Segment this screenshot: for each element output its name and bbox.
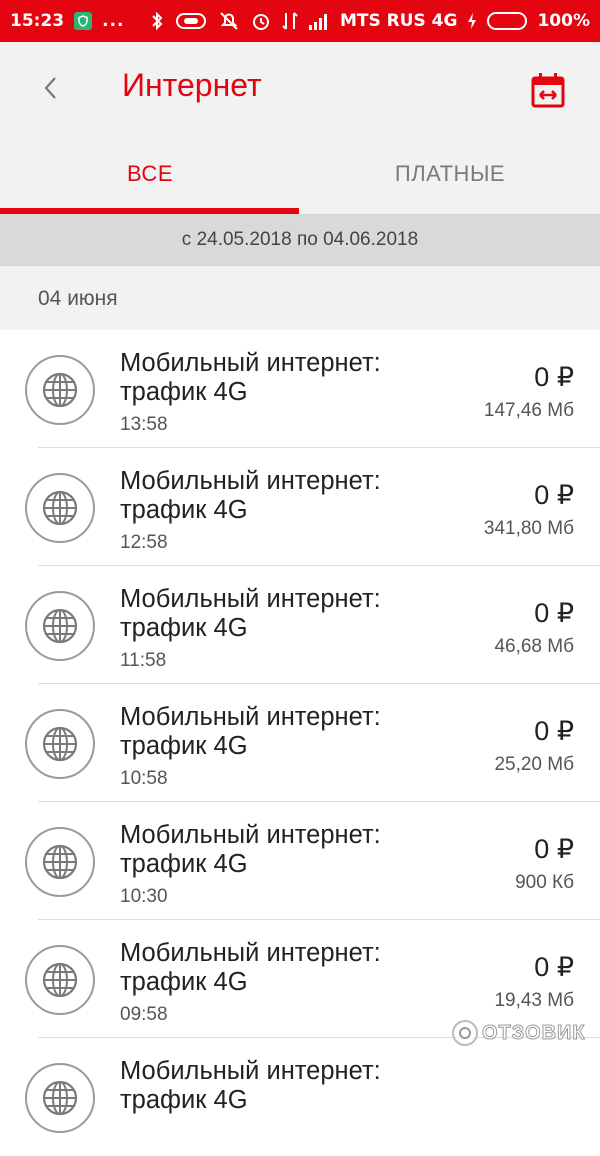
- chevron-left-icon: [44, 77, 56, 99]
- list-item[interactable]: Мобильный интернет: трафик 4G 12:58 0 ₽ …: [0, 448, 600, 566]
- status-bar-left: 15:23 ...: [10, 0, 125, 42]
- item-title: Мобильный интернет: трафик 4G: [120, 703, 381, 760]
- watermark-text: ОТЗОВИК: [482, 1021, 586, 1044]
- date-group-header: 04 июня: [0, 266, 600, 330]
- item-volume: 25,20 Мб: [494, 754, 574, 775]
- notifications-off-icon: [218, 10, 240, 32]
- globe-icon: [25, 1063, 95, 1133]
- list-item[interactable]: Мобильный интернет: трафик 4G 10:58 0 ₽ …: [0, 684, 600, 802]
- item-time: 13:58: [120, 414, 168, 435]
- item-title: Мобильный интернет: трафик 4G: [120, 467, 381, 524]
- calendar-icon: [531, 73, 565, 108]
- tab-all[interactable]: ВСЕ: [0, 134, 300, 214]
- signal-icon: [308, 11, 330, 31]
- item-amount: 0 ₽: [534, 952, 574, 982]
- charging-icon: [467, 12, 477, 30]
- data-transfer-icon: [282, 10, 298, 32]
- app-bar: Интернет: [0, 42, 600, 134]
- item-title: Мобильный интернет: трафик 4G: [120, 939, 381, 996]
- list-item[interactable]: Мобильный интернет: трафик 4G 11:58 0 ₽ …: [0, 566, 600, 684]
- list-item[interactable]: Мобильный интернет: трафик 4G 13:58 0 ₽ …: [0, 330, 600, 448]
- carrier-label: MTS RUS 4G: [339, 11, 458, 31]
- list-item[interactable]: Мобильный интернет: трафик 4G: [0, 1038, 600, 1156]
- item-amount: 0 ₽: [534, 598, 574, 628]
- status-more-dots: ...: [102, 11, 125, 31]
- bluetooth-icon: [150, 11, 164, 31]
- date-group-label: 04 июня: [38, 287, 118, 310]
- globe-icon: [25, 945, 95, 1015]
- globe-icon: [25, 709, 95, 779]
- item-amount: 0 ₽: [534, 362, 574, 392]
- status-time: 15:23: [10, 11, 65, 31]
- period-range[interactable]: с 24.05.2018 по 04.06.2018: [0, 214, 600, 266]
- item-amount: 0 ₽: [534, 834, 574, 864]
- page-title: Интернет: [122, 67, 262, 103]
- item-volume: 147,46 Мб: [483, 400, 574, 421]
- item-title: Мобильный интернет: трафик 4G: [120, 585, 381, 642]
- back-button[interactable]: [30, 68, 70, 108]
- item-time: 09:58: [120, 1004, 168, 1025]
- calendar-button[interactable]: [528, 70, 568, 110]
- item-title: Мобильный интернет: трафик 4G: [120, 349, 381, 406]
- watermark: ОТЗОВИК: [452, 1020, 586, 1046]
- alarm-icon: [250, 10, 272, 32]
- item-amount: 0 ₽: [534, 480, 574, 510]
- vibrate-icon: [174, 11, 208, 31]
- shield-icon: [74, 12, 93, 30]
- battery-icon: [487, 12, 528, 30]
- item-volume: 900 Кб: [515, 872, 574, 893]
- list-item[interactable]: Мобильный интернет: трафик 4G 10:30 0 ₽ …: [0, 802, 600, 920]
- item-time: 11:58: [120, 650, 167, 671]
- globe-icon: [25, 591, 95, 661]
- item-amount: 0 ₽: [534, 716, 574, 746]
- item-time: 10:30: [120, 886, 168, 907]
- item-title: Мобильный интернет: трафик 4G: [120, 821, 381, 878]
- item-volume: 341,80 Мб: [483, 518, 574, 539]
- item-time: 12:58: [120, 532, 168, 553]
- status-bar-right: MTS RUS 4G 100%: [150, 0, 590, 42]
- tab-bar: ВСЕ ПЛАТНЫЕ: [0, 134, 600, 214]
- item-volume: 46,68 Мб: [494, 636, 574, 657]
- watermark-logo-icon: [452, 1020, 478, 1046]
- status-bar: 15:23 ... MTS RUS 4G 100%: [0, 0, 600, 42]
- battery-percent: 100%: [537, 11, 590, 31]
- item-volume: 19,43 Мб: [494, 990, 574, 1011]
- tab-paid[interactable]: ПЛАТНЫЕ: [300, 134, 600, 214]
- item-time: 10:58: [120, 768, 168, 789]
- globe-icon: [25, 473, 95, 543]
- globe-icon: [25, 827, 95, 897]
- globe-icon: [25, 355, 95, 425]
